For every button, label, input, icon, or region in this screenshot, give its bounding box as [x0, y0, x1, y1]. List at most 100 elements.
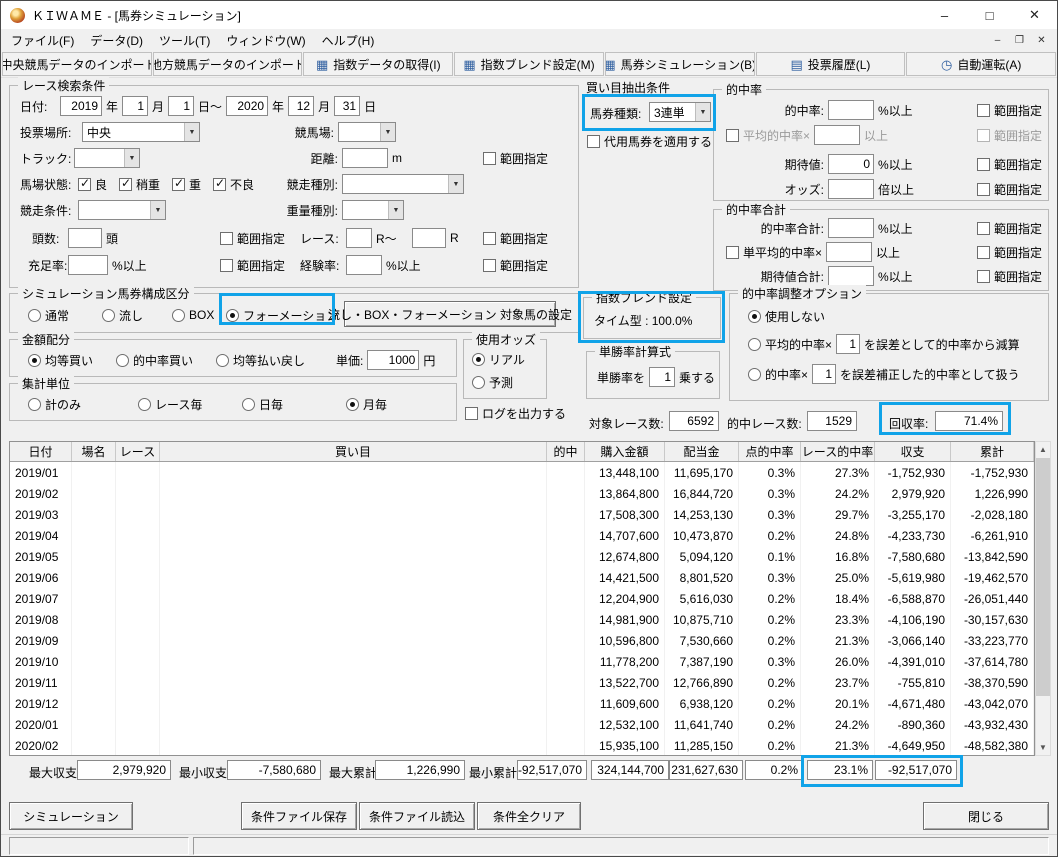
column-header[interactable]: レース的中率: [801, 442, 875, 461]
range-label[interactable]: 範囲指定: [237, 230, 285, 247]
table-row[interactable]: 2019/02 13,864,800 16,844,720 0.3% 24.2% 2,97…: [10, 483, 1034, 504]
table-row[interactable]: 2020/01 12,532,100 11,641,740 0.2% 24.2% -890…: [10, 714, 1034, 735]
target-horse-settings-button[interactable]: 流し・BOX・フォーメーション 対象馬の設定: [328, 301, 572, 327]
checkbox-heavy[interactable]: [172, 176, 186, 191]
multiply-error-pre[interactable]: 的中率×: [765, 366, 808, 383]
radio-per-month[interactable]: [346, 397, 359, 411]
range-checkbox[interactable]: [976, 269, 990, 283]
unit-price-input[interactable]: [367, 350, 420, 370]
hit-rate-input[interactable]: [828, 100, 874, 120]
radio-forecast-odds[interactable]: [472, 375, 485, 389]
column-header[interactable]: 収支: [875, 442, 951, 461]
radio-total-only-label[interactable]: 計のみ: [45, 396, 81, 413]
radio-per-race-label[interactable]: レース毎: [155, 396, 202, 413]
radio-equal-refund[interactable]: [216, 353, 229, 367]
range-checkbox[interactable]: [976, 103, 990, 117]
expected-value-input[interactable]: [828, 154, 874, 174]
radio-nagashi[interactable]: [102, 308, 115, 322]
load-conditions-button[interactable]: 条件ファイル読込: [359, 802, 475, 830]
menu-item[interactable]: ファイル(F): [3, 29, 82, 52]
state-option-label[interactable]: 不良: [230, 176, 254, 193]
table-row[interactable]: 2019/05 12,674,800 5,094,120 0.1% 16.8% -7,58…: [10, 546, 1034, 567]
radio-hitrate-buy[interactable]: [116, 353, 129, 367]
range-label[interactable]: 範囲指定: [994, 268, 1042, 285]
log-output-label[interactable]: ログを出力する: [482, 405, 566, 422]
toolbar-button[interactable]: ▦ 馬券シミュレーション(B): [604, 52, 755, 76]
range-label[interactable]: 範囲指定: [994, 244, 1042, 261]
course-select[interactable]: ▼: [338, 122, 396, 142]
range-checkbox[interactable]: [220, 231, 233, 245]
radio-box[interactable]: [172, 308, 185, 322]
radio-no-adjust[interactable]: [748, 309, 761, 323]
table-row[interactable]: 2019/10 11,778,200 7,387,190 0.3% 26.0% -4,39…: [10, 651, 1034, 672]
date-end-day-input[interactable]: [334, 96, 361, 116]
column-header[interactable]: レース: [116, 442, 160, 461]
radio-per-day-label[interactable]: 日毎: [259, 396, 283, 413]
minimize-icon[interactable]: –: [922, 1, 967, 29]
table-row[interactable]: 2019/09 10,596,800 7,530,660 0.2% 21.3% -3,06…: [10, 630, 1034, 651]
table-row[interactable]: 2019/11 13,522,700 12,766,890 0.2% 23.7% -755…: [10, 672, 1034, 693]
radio-hitrate-buy-label[interactable]: 的中率買い: [133, 352, 193, 369]
radio-per-day[interactable]: [242, 397, 255, 411]
single-avg-hit-label[interactable]: 単平均的中率×: [743, 244, 822, 261]
menu-item[interactable]: ウィンドウ(W): [218, 29, 313, 52]
radio-total-only[interactable]: [28, 397, 41, 411]
range-label[interactable]: 範囲指定: [994, 156, 1042, 173]
radio-forecast-odds-label[interactable]: 予測: [489, 374, 513, 391]
checkbox-substitute-ticket[interactable]: [587, 135, 600, 148]
track-select[interactable]: ▼: [74, 148, 140, 168]
table-row[interactable]: 2019/08 14,981,900 10,875,710 0.2% 23.3% -4,1…: [10, 609, 1034, 630]
range-label[interactable]: 範囲指定: [237, 257, 285, 274]
save-conditions-button[interactable]: 条件ファイル保存: [241, 802, 357, 830]
race-no-to-input[interactable]: [412, 228, 446, 248]
subtract-error-input[interactable]: [836, 334, 861, 354]
distance-input[interactable]: [342, 148, 388, 168]
win-rate-exponent-input[interactable]: [649, 367, 676, 387]
radio-normal[interactable]: [28, 308, 41, 322]
range-checkbox[interactable]: [482, 231, 496, 245]
expected-total-input[interactable]: [828, 266, 874, 286]
column-header[interactable]: 累計: [951, 442, 1034, 461]
toolbar-button[interactable]: ◷ 自動運転(A): [906, 52, 1057, 76]
hit-total-input[interactable]: [828, 218, 874, 238]
date-end-month-input[interactable]: [288, 96, 315, 116]
radio-formation[interactable]: [226, 308, 239, 322]
maximize-icon[interactable]: □: [967, 1, 1012, 29]
date-end-year-input[interactable]: [226, 96, 269, 116]
exp-rate-input[interactable]: [346, 255, 382, 275]
menu-item[interactable]: ヘルプ(H): [314, 29, 383, 52]
range-checkbox[interactable]: [482, 258, 496, 272]
range-label[interactable]: 範囲指定: [500, 230, 548, 247]
range-label[interactable]: 範囲指定: [500, 257, 548, 274]
checkbox-bad[interactable]: [213, 176, 227, 191]
multiply-error-input[interactable]: [812, 364, 837, 384]
range-label[interactable]: 範囲指定: [994, 181, 1042, 198]
radio-multiply-error[interactable]: [748, 367, 761, 381]
menu-item[interactable]: データ(D): [82, 29, 151, 52]
scroll-down-icon[interactable]: ▼: [1039, 743, 1047, 752]
date-start-month-input[interactable]: [122, 96, 149, 116]
subtract-error-pre[interactable]: 平均的中率×: [765, 336, 832, 353]
table-row[interactable]: 2019/01 13,448,100 11,695,170 0.3% 27.3% -1,7…: [10, 462, 1034, 483]
checkbox-slightly-heavy[interactable]: [119, 176, 133, 191]
radio-equal-buy-label[interactable]: 均等買い: [45, 352, 93, 369]
date-start-year-input[interactable]: [60, 96, 102, 116]
range-label[interactable]: 範囲指定: [994, 102, 1042, 119]
checkbox-avg-hitrate[interactable]: [726, 128, 739, 142]
scrollbar-thumb[interactable]: [1036, 458, 1050, 696]
ticket-type-select[interactable]: 3連単 ▼: [649, 102, 711, 122]
weight-kind-select[interactable]: ▼: [342, 200, 404, 220]
table-row[interactable]: 2019/03 17,508,300 14,253,130 0.3% 29.7% -3,2…: [10, 504, 1034, 525]
checkbox-single-avg-hitrate[interactable]: [726, 245, 739, 259]
menu-item[interactable]: ツール(T): [151, 29, 218, 52]
table-row[interactable]: 2019/06 14,421,500 8,801,520 0.3% 25.0% -5,61…: [10, 567, 1034, 588]
fill-rate-input[interactable]: [68, 255, 108, 275]
place-select[interactable]: 中央 ▼: [82, 122, 200, 142]
mdi-minimize-icon[interactable]: –: [990, 35, 1005, 46]
table-row[interactable]: 2020/02 15,935,100 11,285,150 0.2% 21.3% -4,6…: [10, 735, 1034, 755]
column-header[interactable]: 配当金: [665, 442, 739, 461]
toolbar-button[interactable]: ▦地方競馬データのインポート(N): [152, 52, 303, 76]
range-label[interactable]: 範囲指定: [994, 220, 1042, 237]
column-header[interactable]: 点的中率: [739, 442, 801, 461]
range-checkbox[interactable]: [220, 258, 233, 272]
